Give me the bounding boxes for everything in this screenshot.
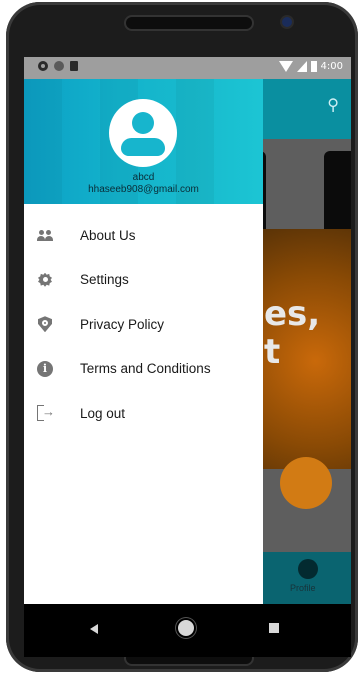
menu-item-label: Privacy Policy — [80, 316, 165, 332]
search-icon[interactable]: ⚲ — [327, 95, 339, 115]
privacy-icon — [37, 316, 53, 333]
drawer-header: abcd hhaseeb908@gmail.com — [24, 79, 263, 204]
user-email: hhaseeb908@gmail.com — [88, 184, 199, 195]
banner-text: es, t — [264, 294, 321, 372]
status-time: 4:00 — [320, 61, 343, 72]
menu-item-terms-and-conditions[interactable]: i Terms and Conditions — [24, 347, 263, 392]
settings-status-icon — [38, 61, 48, 71]
system-nav-bar — [24, 604, 351, 657]
menu-item-settings[interactable]: Settings — [24, 258, 263, 303]
menu-item-privacy-policy[interactable]: Privacy Policy — [24, 302, 263, 347]
front-camera — [282, 17, 292, 27]
device-screen: ⚲ es, t Profile 4:00 abcd hhaseeb908@gma… — [24, 57, 351, 657]
drawer-menu: About Us Settings Privacy Policy i Terms… — [24, 213, 263, 436]
avatar[interactable] — [109, 99, 177, 167]
home-button[interactable] — [178, 620, 194, 636]
battery-icon — [310, 61, 317, 72]
avatar-head — [132, 112, 154, 134]
status-bar: 4:00 — [24, 57, 351, 79]
user-name: abcd — [132, 172, 155, 183]
back-button[interactable] — [90, 624, 98, 634]
top-speaker — [126, 17, 252, 29]
menu-item-label: Settings — [80, 272, 129, 288]
logout-icon: → — [37, 404, 55, 422]
profile-icon[interactable] — [298, 559, 318, 579]
wifi-icon — [278, 61, 293, 72]
settings-icon — [37, 272, 53, 288]
info-icon: i — [37, 360, 53, 377]
menu-item-label: Log out — [80, 405, 126, 421]
menu-item-log-out[interactable]: → Log out — [24, 391, 263, 436]
avatar-body — [121, 138, 165, 156]
recents-button[interactable] — [269, 623, 279, 633]
menu-item-label: About Us — [80, 227, 136, 243]
menu-item-label: Terms and Conditions — [80, 361, 211, 377]
banner-decoration — [280, 457, 332, 509]
sd-card-status-icon — [70, 61, 78, 71]
people-icon — [37, 227, 53, 243]
sync-status-icon — [54, 61, 64, 71]
menu-item-about-us[interactable]: About Us — [24, 213, 263, 258]
signal-icon — [296, 61, 307, 72]
profile-label[interactable]: Profile — [290, 583, 316, 593]
navigation-drawer: abcd hhaseeb908@gmail.com About Us Setti… — [24, 79, 263, 604]
